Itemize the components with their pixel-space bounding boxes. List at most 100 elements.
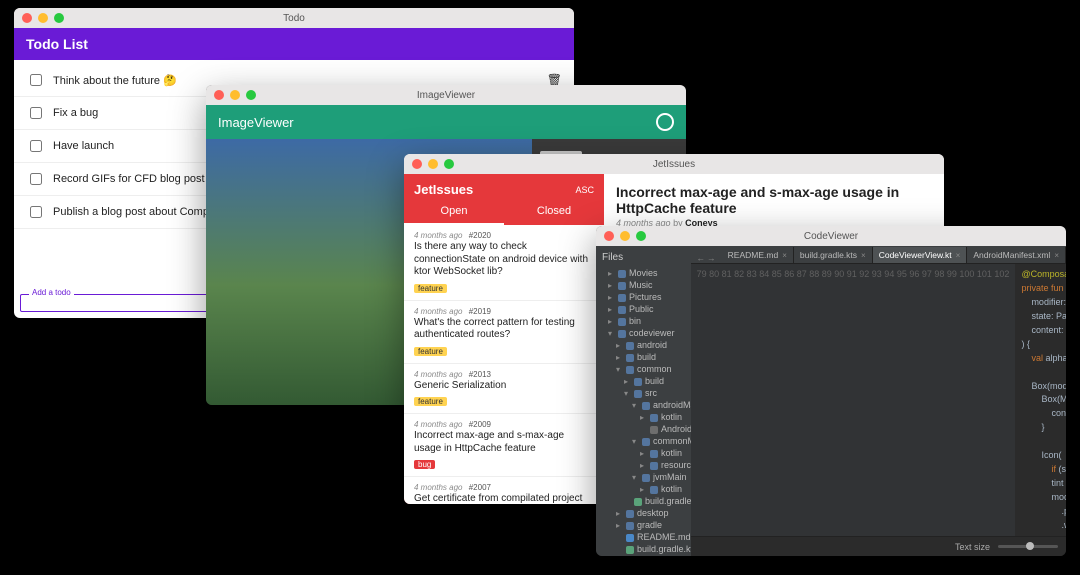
close-tab-icon[interactable]: × xyxy=(782,251,787,260)
folder-node[interactable]: desktop xyxy=(608,507,689,519)
folder-node[interactable]: kotlin xyxy=(608,483,689,495)
file-node[interactable]: build.gradle.kts xyxy=(608,543,689,555)
maximize-icon[interactable] xyxy=(636,231,646,241)
node-label: kotlin xyxy=(661,412,682,422)
refresh-icon[interactable] xyxy=(656,113,674,131)
folder-icon xyxy=(618,330,626,338)
tab-closed[interactable]: Closed xyxy=(504,199,604,225)
folder-node[interactable]: Movies xyxy=(608,267,689,279)
folder-node[interactable]: codeviewer xyxy=(608,327,689,339)
jetissues-sidebar: JetIssues ASC OpenClosed 4 months ago #2… xyxy=(404,174,604,504)
todo-text: Record GIFs for CFD blog post xyxy=(53,173,205,185)
close-tab-icon[interactable]: × xyxy=(861,251,866,260)
codeviewer-titlebar[interactable]: CodeViewer xyxy=(596,226,1066,246)
codeviewer-window: CodeViewer Files MoviesMusicPicturesPubl… xyxy=(596,226,1066,556)
folder-node[interactable]: kotlin xyxy=(608,447,689,459)
tab-label: AndroidManifest.xml xyxy=(973,250,1050,260)
sort-button[interactable]: ASC xyxy=(575,185,594,195)
issue-id: #2013 xyxy=(469,370,491,379)
close-icon[interactable] xyxy=(412,159,422,169)
folder-icon xyxy=(634,390,642,398)
folder-icon xyxy=(650,486,658,494)
tab-label: README.md xyxy=(728,250,779,260)
folder-node[interactable]: src xyxy=(608,387,689,399)
issue-row[interactable]: 4 months ago #2020Is there any way to ch… xyxy=(404,225,604,301)
folder-node[interactable]: common xyxy=(608,363,689,375)
jetissues-issue-list[interactable]: 4 months ago #2020Is there any way to ch… xyxy=(404,225,604,504)
issue-row[interactable]: 4 months ago #2007Get certificate from c… xyxy=(404,477,604,504)
editor-tab[interactable]: build.gradle.kts × xyxy=(794,247,873,263)
issue-title: Incorrect max-age and s-max-age usage in… xyxy=(414,430,594,455)
maximize-icon[interactable] xyxy=(246,90,256,100)
todo-checkbox[interactable] xyxy=(30,206,42,218)
todo-checkbox[interactable] xyxy=(30,173,42,185)
todo-checkbox[interactable] xyxy=(30,74,42,86)
editor-tabs: ← → README.md×build.gradle.kts×CodeViewe… xyxy=(691,246,1066,264)
folder-node[interactable]: Pictures xyxy=(608,291,689,303)
folder-node[interactable]: android xyxy=(608,339,689,351)
file-tree-title: Files xyxy=(598,250,689,267)
file-node[interactable]: README.md xyxy=(608,531,689,543)
close-icon[interactable] xyxy=(214,90,224,100)
folder-node[interactable]: jvmMain xyxy=(608,471,689,483)
file-tree[interactable]: Files MoviesMusicPicturesPublicbincodevi… xyxy=(596,246,691,556)
todo-checkbox[interactable] xyxy=(30,140,42,152)
folder-node[interactable]: bin xyxy=(608,315,689,327)
issue-age: 4 months ago xyxy=(414,307,462,316)
minimize-icon[interactable] xyxy=(428,159,438,169)
close-icon[interactable] xyxy=(604,231,614,241)
maximize-icon[interactable] xyxy=(54,13,64,23)
issue-row[interactable]: 4 months ago #2019What's the correct pat… xyxy=(404,301,604,364)
code-text[interactable]: @Composable private fun ResizablePanel( … xyxy=(1015,264,1066,536)
tab-label: CodeViewerView.kt xyxy=(879,250,952,260)
node-label: gradle xyxy=(637,520,662,530)
folder-icon xyxy=(650,450,658,458)
close-tab-icon[interactable]: × xyxy=(1054,251,1059,260)
node-label: src xyxy=(645,388,657,398)
tab-label: build.gradle.kts xyxy=(800,250,857,260)
issue-row[interactable]: 4 months ago #2013Generic Serializationf… xyxy=(404,364,604,415)
editor-tab[interactable]: CodeViewerView.kt × xyxy=(873,247,968,263)
file-node[interactable]: AndroidManifest.xml xyxy=(608,423,689,435)
folder-icon xyxy=(618,282,626,290)
todo-titlebar[interactable]: Todo xyxy=(14,8,574,28)
folder-node[interactable]: resources xyxy=(608,459,689,471)
node-label: Public xyxy=(629,304,654,314)
minimize-icon[interactable] xyxy=(230,90,240,100)
close-tab-icon[interactable]: × xyxy=(956,251,961,260)
folder-node[interactable]: build xyxy=(608,375,689,387)
folder-icon xyxy=(618,306,626,314)
jetissues-titlebar[interactable]: JetIssues xyxy=(404,154,944,174)
close-icon[interactable] xyxy=(22,13,32,23)
nav-forward-icon[interactable]: → xyxy=(707,253,716,263)
file-icon xyxy=(650,426,658,434)
folder-node[interactable]: Music xyxy=(608,279,689,291)
minimize-icon[interactable] xyxy=(620,231,630,241)
file-node[interactable]: build.gradle.kts xyxy=(608,495,689,507)
text-size-slider[interactable] xyxy=(998,545,1058,548)
folder-node[interactable]: androidMain xyxy=(608,399,689,411)
issue-id: #2019 xyxy=(469,307,491,316)
issue-age: 4 months ago xyxy=(414,420,462,429)
tab-open[interactable]: Open xyxy=(404,199,504,225)
file-node[interactable]: gradle.properties xyxy=(608,555,689,556)
gradle-icon xyxy=(634,498,642,506)
imageviewer-titlebar[interactable]: ImageViewer xyxy=(206,85,686,105)
minimize-icon[interactable] xyxy=(38,13,48,23)
editor-tab[interactable]: AndroidManifest.xml × xyxy=(967,247,1066,263)
folder-node[interactable]: commonMain xyxy=(608,435,689,447)
node-label: build xyxy=(645,376,664,386)
folder-node[interactable]: kotlin xyxy=(608,411,689,423)
folder-node[interactable]: build xyxy=(608,351,689,363)
nav-back-icon[interactable]: ← xyxy=(697,253,706,263)
folder-node[interactable]: Public xyxy=(608,303,689,315)
maximize-icon[interactable] xyxy=(444,159,454,169)
issue-row[interactable]: 4 months ago #2009Incorrect max-age and … xyxy=(404,414,604,477)
folder-node[interactable]: gradle xyxy=(608,519,689,531)
editor-tab[interactable]: README.md× xyxy=(722,247,794,263)
todo-checkbox[interactable] xyxy=(30,107,42,119)
node-label: kotlin xyxy=(661,484,682,494)
node-label: AndroidManifest.xml xyxy=(661,424,691,434)
issue-detail-title: Incorrect max-age and s-max-age usage in… xyxy=(616,184,932,216)
issue-age: 4 months ago xyxy=(414,370,462,379)
